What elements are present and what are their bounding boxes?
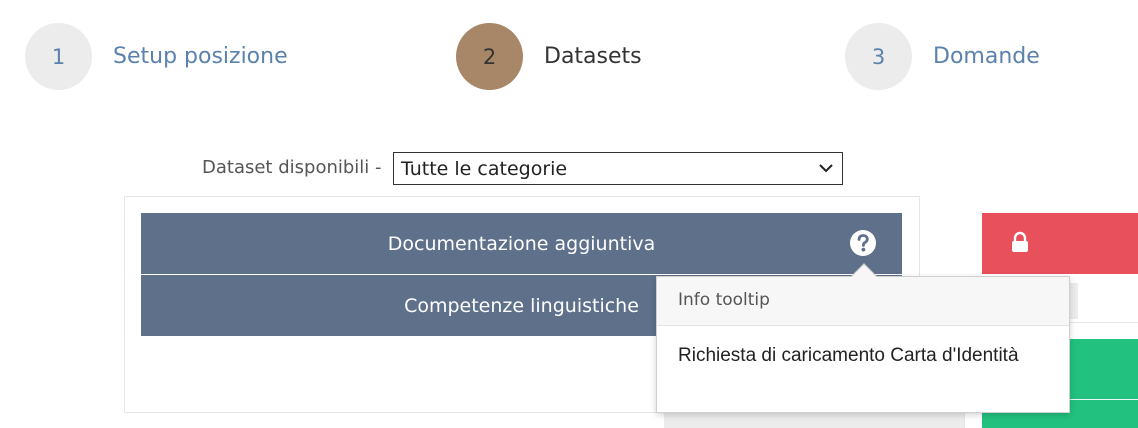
panel-shadow xyxy=(664,412,965,428)
dataset-filter-label: Dataset disponibili - xyxy=(202,157,382,178)
wizard-step-setup[interactable]: 1 Setup posizione xyxy=(25,23,288,90)
locked-dataset-card[interactable] xyxy=(982,213,1138,274)
wizard-step-domande[interactable]: 3 Domande xyxy=(845,23,1040,90)
info-tooltip: Info tooltip Richiesta di caricamento Ca… xyxy=(656,263,1070,413)
step-number-circle: 3 xyxy=(845,23,912,90)
step-number-circle: 1 xyxy=(25,23,92,90)
step-number-circle: 2 xyxy=(456,23,523,90)
wizard-step-datasets[interactable]: 2 Datasets xyxy=(456,23,642,90)
dataset-item-label: Competenze linguistiche xyxy=(404,294,639,317)
step-label: Domande xyxy=(933,44,1040,69)
card-divider xyxy=(1070,322,1138,323)
step-label: Datasets xyxy=(544,44,642,69)
category-select-value: Tutte le categorie xyxy=(401,157,568,180)
question-circle-icon[interactable] xyxy=(849,229,877,257)
tooltip-body: Richiesta di caricamento Carta d'Identit… xyxy=(678,345,1019,366)
category-select[interactable]: Tutte le categorie xyxy=(393,152,843,185)
dataset-item-label: Documentazione aggiuntiva xyxy=(387,232,656,255)
chevron-down-icon xyxy=(819,164,833,173)
card-shadow xyxy=(1070,283,1078,319)
dataset-item-documentazione[interactable]: Documentazione aggiuntiva xyxy=(141,213,902,274)
tooltip-title: Info tooltip xyxy=(657,277,1069,326)
lock-icon xyxy=(1012,231,1028,252)
step-label: Setup posizione xyxy=(113,44,288,69)
